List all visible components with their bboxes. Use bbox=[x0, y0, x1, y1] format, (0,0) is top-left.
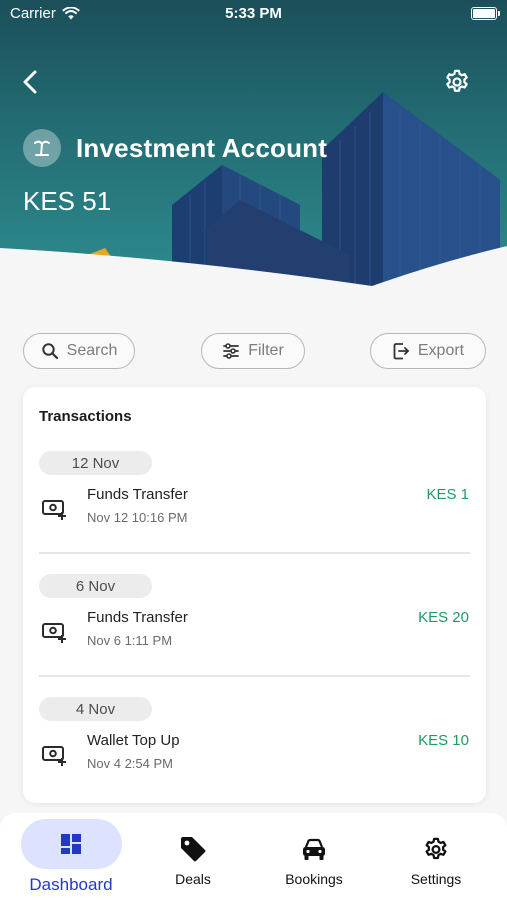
gear-icon bbox=[446, 69, 468, 92]
dashboard-grid-icon bbox=[61, 834, 81, 854]
filter-label: Filter bbox=[248, 342, 284, 359]
transaction-amount: KES 20 bbox=[418, 609, 469, 626]
search-icon bbox=[41, 343, 58, 360]
tab-dashboard-label: Dashboard bbox=[29, 875, 113, 894]
account-header: Investment Account bbox=[23, 129, 327, 167]
transactions-card: Transactions 12 Nov Funds Transfer Nov 1… bbox=[23, 387, 486, 803]
palm-tree-icon bbox=[34, 140, 50, 156]
tab-dashboard[interactable]: Dashboard bbox=[0, 813, 142, 900]
tab-deals[interactable]: Deals bbox=[150, 813, 236, 900]
transactions-title: Transactions bbox=[39, 408, 132, 425]
tab-settings-label: Settings bbox=[410, 871, 462, 887]
bottom-tab-bar: Dashboard Deals Bookings Settings bbox=[0, 813, 507, 900]
back-button[interactable] bbox=[16, 66, 46, 98]
header-settings-button[interactable] bbox=[443, 68, 471, 96]
divider bbox=[39, 675, 470, 677]
money-add-icon bbox=[42, 746, 66, 766]
export-button[interactable]: Export bbox=[370, 333, 486, 369]
transaction-name: Funds Transfer bbox=[87, 609, 188, 626]
gear-icon bbox=[425, 837, 447, 860]
tag-icon bbox=[181, 837, 206, 862]
transaction-group: 12 Nov Funds Transfer Nov 12 10:16 PM KE… bbox=[23, 451, 486, 574]
transaction-time: Nov 4 2:54 PM bbox=[87, 756, 173, 771]
search-label: Search bbox=[66, 342, 118, 359]
money-add-icon bbox=[42, 500, 66, 520]
account-balance: KES 51 bbox=[23, 186, 112, 216]
date-chip: 6 Nov bbox=[39, 574, 152, 598]
clock: 5:33 PM bbox=[225, 5, 282, 22]
battery-icon bbox=[471, 7, 500, 20]
transaction-time: Nov 6 1:11 PM bbox=[87, 633, 173, 648]
status-bar: Carrier 5:33 PM bbox=[0, 0, 507, 28]
transaction-group: 6 Nov Funds Transfer Nov 6 1:11 PM KES 2… bbox=[23, 574, 486, 697]
account-avatar bbox=[23, 129, 61, 167]
transaction-amount: KES 10 bbox=[418, 732, 469, 749]
tab-bookings-label: Bookings bbox=[285, 871, 343, 887]
header-banner: Carrier 5:33 PM Investment Account KES 5… bbox=[0, 0, 507, 290]
sliders-icon bbox=[223, 343, 240, 359]
page-title: Investment Account bbox=[76, 132, 328, 163]
export-label: Export bbox=[417, 342, 465, 359]
transaction-name: Funds Transfer bbox=[87, 486, 188, 503]
car-icon bbox=[303, 838, 325, 860]
transaction-row[interactable]: Funds Transfer Nov 12 10:16 PM KES 1 bbox=[23, 485, 486, 535]
tab-settings[interactable]: Settings bbox=[395, 813, 477, 900]
transaction-row[interactable]: Funds Transfer Nov 6 1:11 PM KES 20 bbox=[23, 608, 486, 658]
date-chip: 4 Nov bbox=[39, 697, 152, 721]
money-add-icon bbox=[42, 623, 66, 643]
filter-button[interactable]: Filter bbox=[201, 333, 305, 369]
export-icon bbox=[393, 343, 409, 360]
transaction-row[interactable]: Wallet Top Up Nov 4 2:54 PM KES 10 bbox=[23, 731, 486, 781]
tab-deals-label: Deals bbox=[175, 871, 211, 887]
chevron-left-icon bbox=[23, 70, 37, 94]
transaction-amount: KES 1 bbox=[426, 486, 469, 503]
divider bbox=[39, 552, 470, 554]
transaction-group: 4 Nov Wallet Top Up Nov 4 2:54 PM KES 10 bbox=[23, 697, 486, 803]
transaction-time: Nov 12 10:16 PM bbox=[87, 510, 188, 525]
date-chip: 12 Nov bbox=[39, 451, 152, 475]
tab-bookings[interactable]: Bookings bbox=[272, 813, 356, 900]
transaction-name: Wallet Top Up bbox=[87, 732, 180, 749]
search-button[interactable]: Search bbox=[23, 333, 135, 369]
